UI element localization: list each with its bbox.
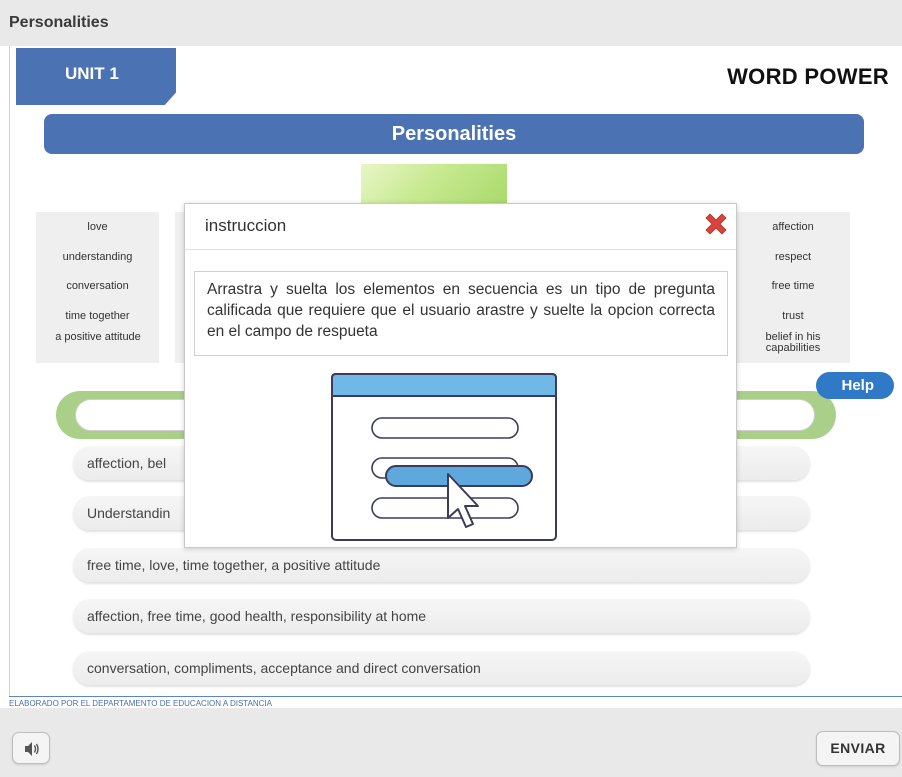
word-item: belief in his capabilities: [765, 331, 821, 354]
sound-button[interactable]: [12, 732, 50, 764]
page-banner: Personalities: [44, 114, 864, 154]
section-title: WORD POWER: [727, 64, 889, 89]
drag-option[interactable]: free time, love, time together, a positi…: [73, 548, 810, 582]
speaker-icon: [25, 742, 39, 756]
app-title: Personalities: [9, 14, 109, 31]
footer-credit: ELABORADO POR EL DEPARTAMENTO DE EDUCACI…: [9, 699, 273, 708]
word-item: a positive attitude: [55, 331, 141, 343]
instruction-dialog: instruccion Arrastra y suelta los elemen…: [184, 203, 737, 548]
word-bank-left: love understanding conversation time tog…: [36, 212, 159, 363]
dialog-title: instruccion: [205, 216, 287, 235]
unit-label: UNIT 1: [65, 64, 119, 83]
drag-option[interactable]: conversation, compliments, acceptance an…: [73, 651, 810, 685]
dialog-header: instruccion: [185, 204, 736, 250]
drag-option[interactable]: affection, free time, good health, respo…: [73, 599, 810, 633]
word-item: affection: [772, 221, 814, 233]
word-item: trust: [782, 310, 804, 322]
word-item: respect: [774, 251, 812, 263]
word-item: time together: [65, 310, 130, 322]
word-item: understanding: [62, 251, 133, 263]
drag-drop-illustration: [330, 372, 558, 549]
word-item: conversation: [66, 280, 129, 292]
top-bar: Personalities: [0, 0, 902, 46]
help-button[interactable]: Help: [816, 372, 894, 399]
word-bank-right: affection respect free time trust belief…: [736, 212, 850, 363]
bottom-bar: [0, 708, 902, 777]
footer-divider: [9, 696, 902, 697]
close-x-icon[interactable]: [701, 209, 731, 239]
word-item: free time: [771, 280, 815, 292]
dialog-body-text: Arrastra y suelta los elementos en secue…: [194, 271, 728, 356]
word-item: love: [87, 221, 108, 233]
unit-tab: UNIT 1: [16, 48, 176, 105]
submit-button[interactable]: ENVIAR: [816, 731, 900, 766]
